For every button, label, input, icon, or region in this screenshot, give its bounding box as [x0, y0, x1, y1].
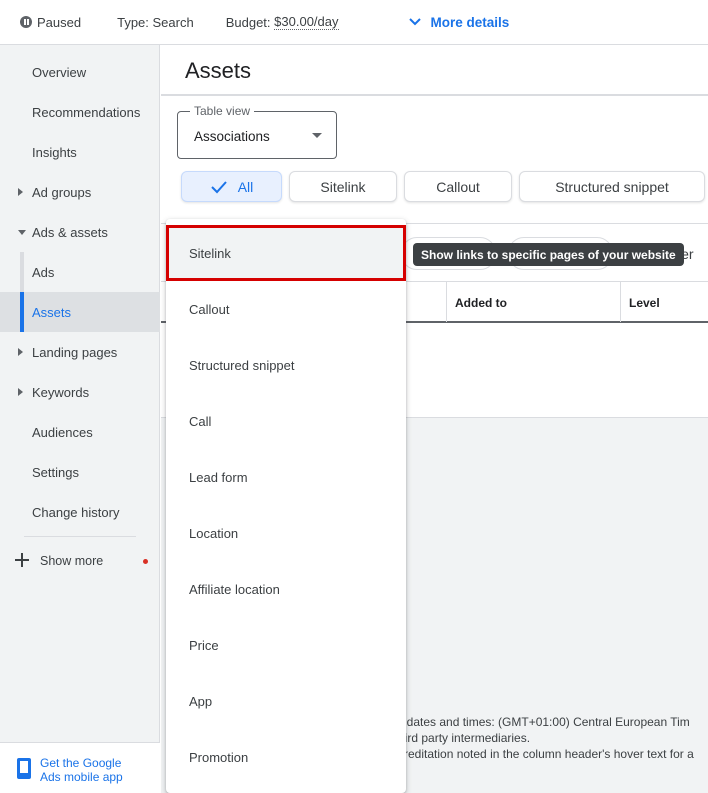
footer-line: hird party intermediaries. [398, 731, 531, 745]
chip-structured-snippet[interactable]: Structured snippet [519, 171, 705, 202]
sidebar-item-recommendations[interactable]: Recommendations [0, 92, 160, 132]
menu-item-location[interactable]: Location [166, 505, 406, 561]
menu-item-app[interactable]: App [166, 673, 406, 729]
budget-label: Budget: [225, 14, 271, 30]
check-icon [211, 180, 227, 193]
column-divider [446, 282, 447, 322]
budget-value[interactable]: $30.00/day [274, 14, 339, 30]
column-level[interactable]: Level [629, 296, 660, 310]
phone-icon [17, 758, 31, 779]
sidebar-item-insights[interactable]: Insights [0, 132, 160, 172]
sidebar-item-overview[interactable]: Overview [0, 52, 160, 92]
column-added-to[interactable]: Added to [455, 296, 507, 310]
table-view-select[interactable]: Table view Associations [177, 104, 337, 159]
footer-notes: ll dates and times: (GMT+01:00) Central … [398, 714, 708, 762]
sidebar-item-ad-groups[interactable]: Ad groups [0, 172, 160, 212]
column-divider [620, 282, 621, 322]
title-divider [161, 94, 708, 96]
caret-right-icon [18, 348, 23, 356]
notification-dot [143, 559, 148, 564]
sidebar-item-ads-assets[interactable]: Ads & assets [0, 212, 160, 252]
menu-item-structured-snippet[interactable]: Structured snippet [166, 337, 406, 393]
caret-right-icon [18, 188, 23, 196]
sidebar-nav: Overview Recommendations Insights Ad gro… [0, 45, 160, 793]
menu-item-callout[interactable]: Callout [166, 281, 406, 337]
status-badge[interactable]: Paused [0, 15, 81, 30]
chip-all[interactable]: All [181, 171, 282, 202]
more-details-button[interactable]: More details [408, 14, 510, 30]
footer-line: creditation noted in the column header's… [398, 747, 694, 761]
menu-item-sitelink[interactable]: Sitelink [166, 225, 406, 281]
caret-right-icon [18, 388, 23, 396]
sidebar-item-landing-pages[interactable]: Landing pages [0, 332, 160, 372]
menu-item-affiliate-location[interactable]: Affiliate location [166, 561, 406, 617]
mobile-app-line2[interactable]: Ads mobile app [40, 770, 123, 784]
sidebar-item-change-history[interactable]: Change history [0, 492, 160, 532]
budget[interactable]: Budget: $30.00/day [226, 14, 339, 30]
chip-callout[interactable]: Callout [404, 171, 512, 202]
plus-icon [15, 553, 29, 567]
campaign-header: Paused Type: Search Budget: $30.00/day M… [0, 0, 708, 45]
footer-line: ll dates and times: (GMT+01:00) Central … [398, 715, 690, 729]
chip-sitelink[interactable]: Sitelink [289, 171, 397, 202]
page-title: Assets [185, 58, 252, 83]
sidebar-item-settings[interactable]: Settings [0, 452, 160, 492]
menu-item-lead-form[interactable]: Lead form [166, 449, 406, 505]
table-view-value: Associations [194, 129, 270, 144]
show-more-button[interactable]: Show more [0, 545, 160, 577]
sitelink-tooltip: Show links to specific pages of your web… [413, 243, 684, 266]
asset-type-menu: Sitelink Callout Structured snippet Call… [166, 219, 406, 793]
dropdown-arrow-icon [312, 133, 322, 138]
sidebar-item-assets[interactable]: Assets [0, 292, 160, 332]
sidebar-item-audiences[interactable]: Audiences [0, 412, 160, 452]
mobile-app-promo[interactable]: Get the Google Ads mobile app [0, 742, 160, 793]
menu-item-call[interactable]: Call [166, 393, 406, 449]
chevron-down-icon [408, 18, 421, 26]
menu-item-price[interactable]: Price [166, 617, 406, 673]
menu-item-promotion[interactable]: Promotion [166, 729, 406, 785]
sidebar-item-ads[interactable]: Ads [0, 252, 160, 292]
sidebar-item-keywords[interactable]: Keywords [0, 372, 160, 412]
mobile-app-line1[interactable]: Get the Google [40, 756, 123, 770]
campaign-type: Type: Search [117, 14, 194, 30]
more-details-label: More details [430, 14, 510, 30]
sidebar-divider [24, 536, 136, 537]
pause-icon [20, 16, 32, 28]
table-view-label: Table view [190, 104, 255, 118]
status-label: Paused [37, 14, 82, 30]
caret-down-icon [18, 229, 26, 235]
